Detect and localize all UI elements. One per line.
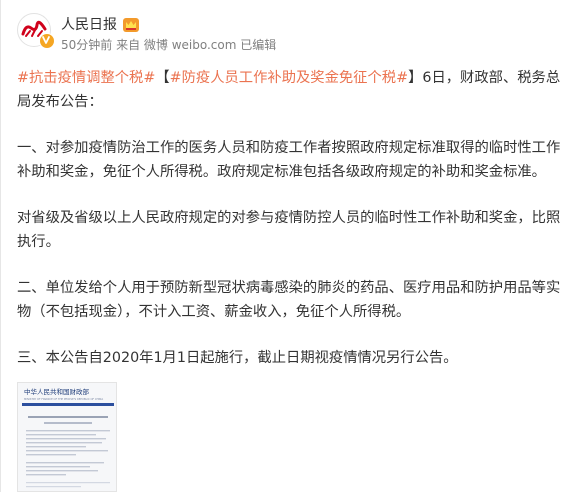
post-text: #抗击疫情调整个税#【#防疫人员工作补助及奖金免征个税#】6日，财政部、税务总局… xyxy=(17,66,562,370)
hashtag-link[interactable]: #防疫人员工作补助及奖金免征个税# xyxy=(170,70,408,86)
author-name[interactable]: 人民日报 xyxy=(61,14,117,34)
document-preview-image: 中华人民共和国财政部 MINISTRY OF FINANCE OF THE PE… xyxy=(18,383,116,491)
paragraph-4: 三、本公告自2020年1月1日起施行，截止日期视疫情情况另行公告。 xyxy=(17,350,458,366)
hashtag-link[interactable]: #抗击疫情调整个税# xyxy=(17,70,155,86)
paragraph-1: 一、对参加疫情防治工作的医务人员和防疫工作者按照政府规定标准取得的临时性工作补助… xyxy=(17,140,561,180)
svg-text:MINISTRY OF FINANCE OF THE PEO: MINISTRY OF FINANCE OF THE PEOPLE'S REPU… xyxy=(24,397,103,401)
crown-icon[interactable] xyxy=(123,17,139,32)
author-row: 人民日报 xyxy=(61,14,139,34)
svg-text:中华人民共和国财政部: 中华人民共和国财政部 xyxy=(24,387,90,396)
attached-image-thumbnail[interactable]: 中华人民共和国财政部 MINISTRY OF FINANCE OF THE PE… xyxy=(17,382,117,492)
paragraph-3: 二、单位发给个人用于预防新型冠状病毒感染的肺炎的药品、医疗用品和防护用品等实物（… xyxy=(17,280,561,320)
lead-bracket: 【 xyxy=(155,70,170,86)
verified-badge-icon xyxy=(39,33,55,49)
weibo-post-card: 人民日报 50分钟前 来自 微博 weibo.com 已编辑 #抗击疫情调整个税… xyxy=(0,0,574,492)
paragraph-2: 对省级及省级以上人民政府规定的对参与疫情防控人员的临时性工作补助和奖金，比照执行… xyxy=(17,210,561,250)
post-meta: 50分钟前 来自 微博 weibo.com 已编辑 xyxy=(61,38,277,52)
post-lead: #抗击疫情调整个税#【#防疫人员工作补助及奖金免征个税#】6日，财政部、税务总局… xyxy=(17,66,562,114)
